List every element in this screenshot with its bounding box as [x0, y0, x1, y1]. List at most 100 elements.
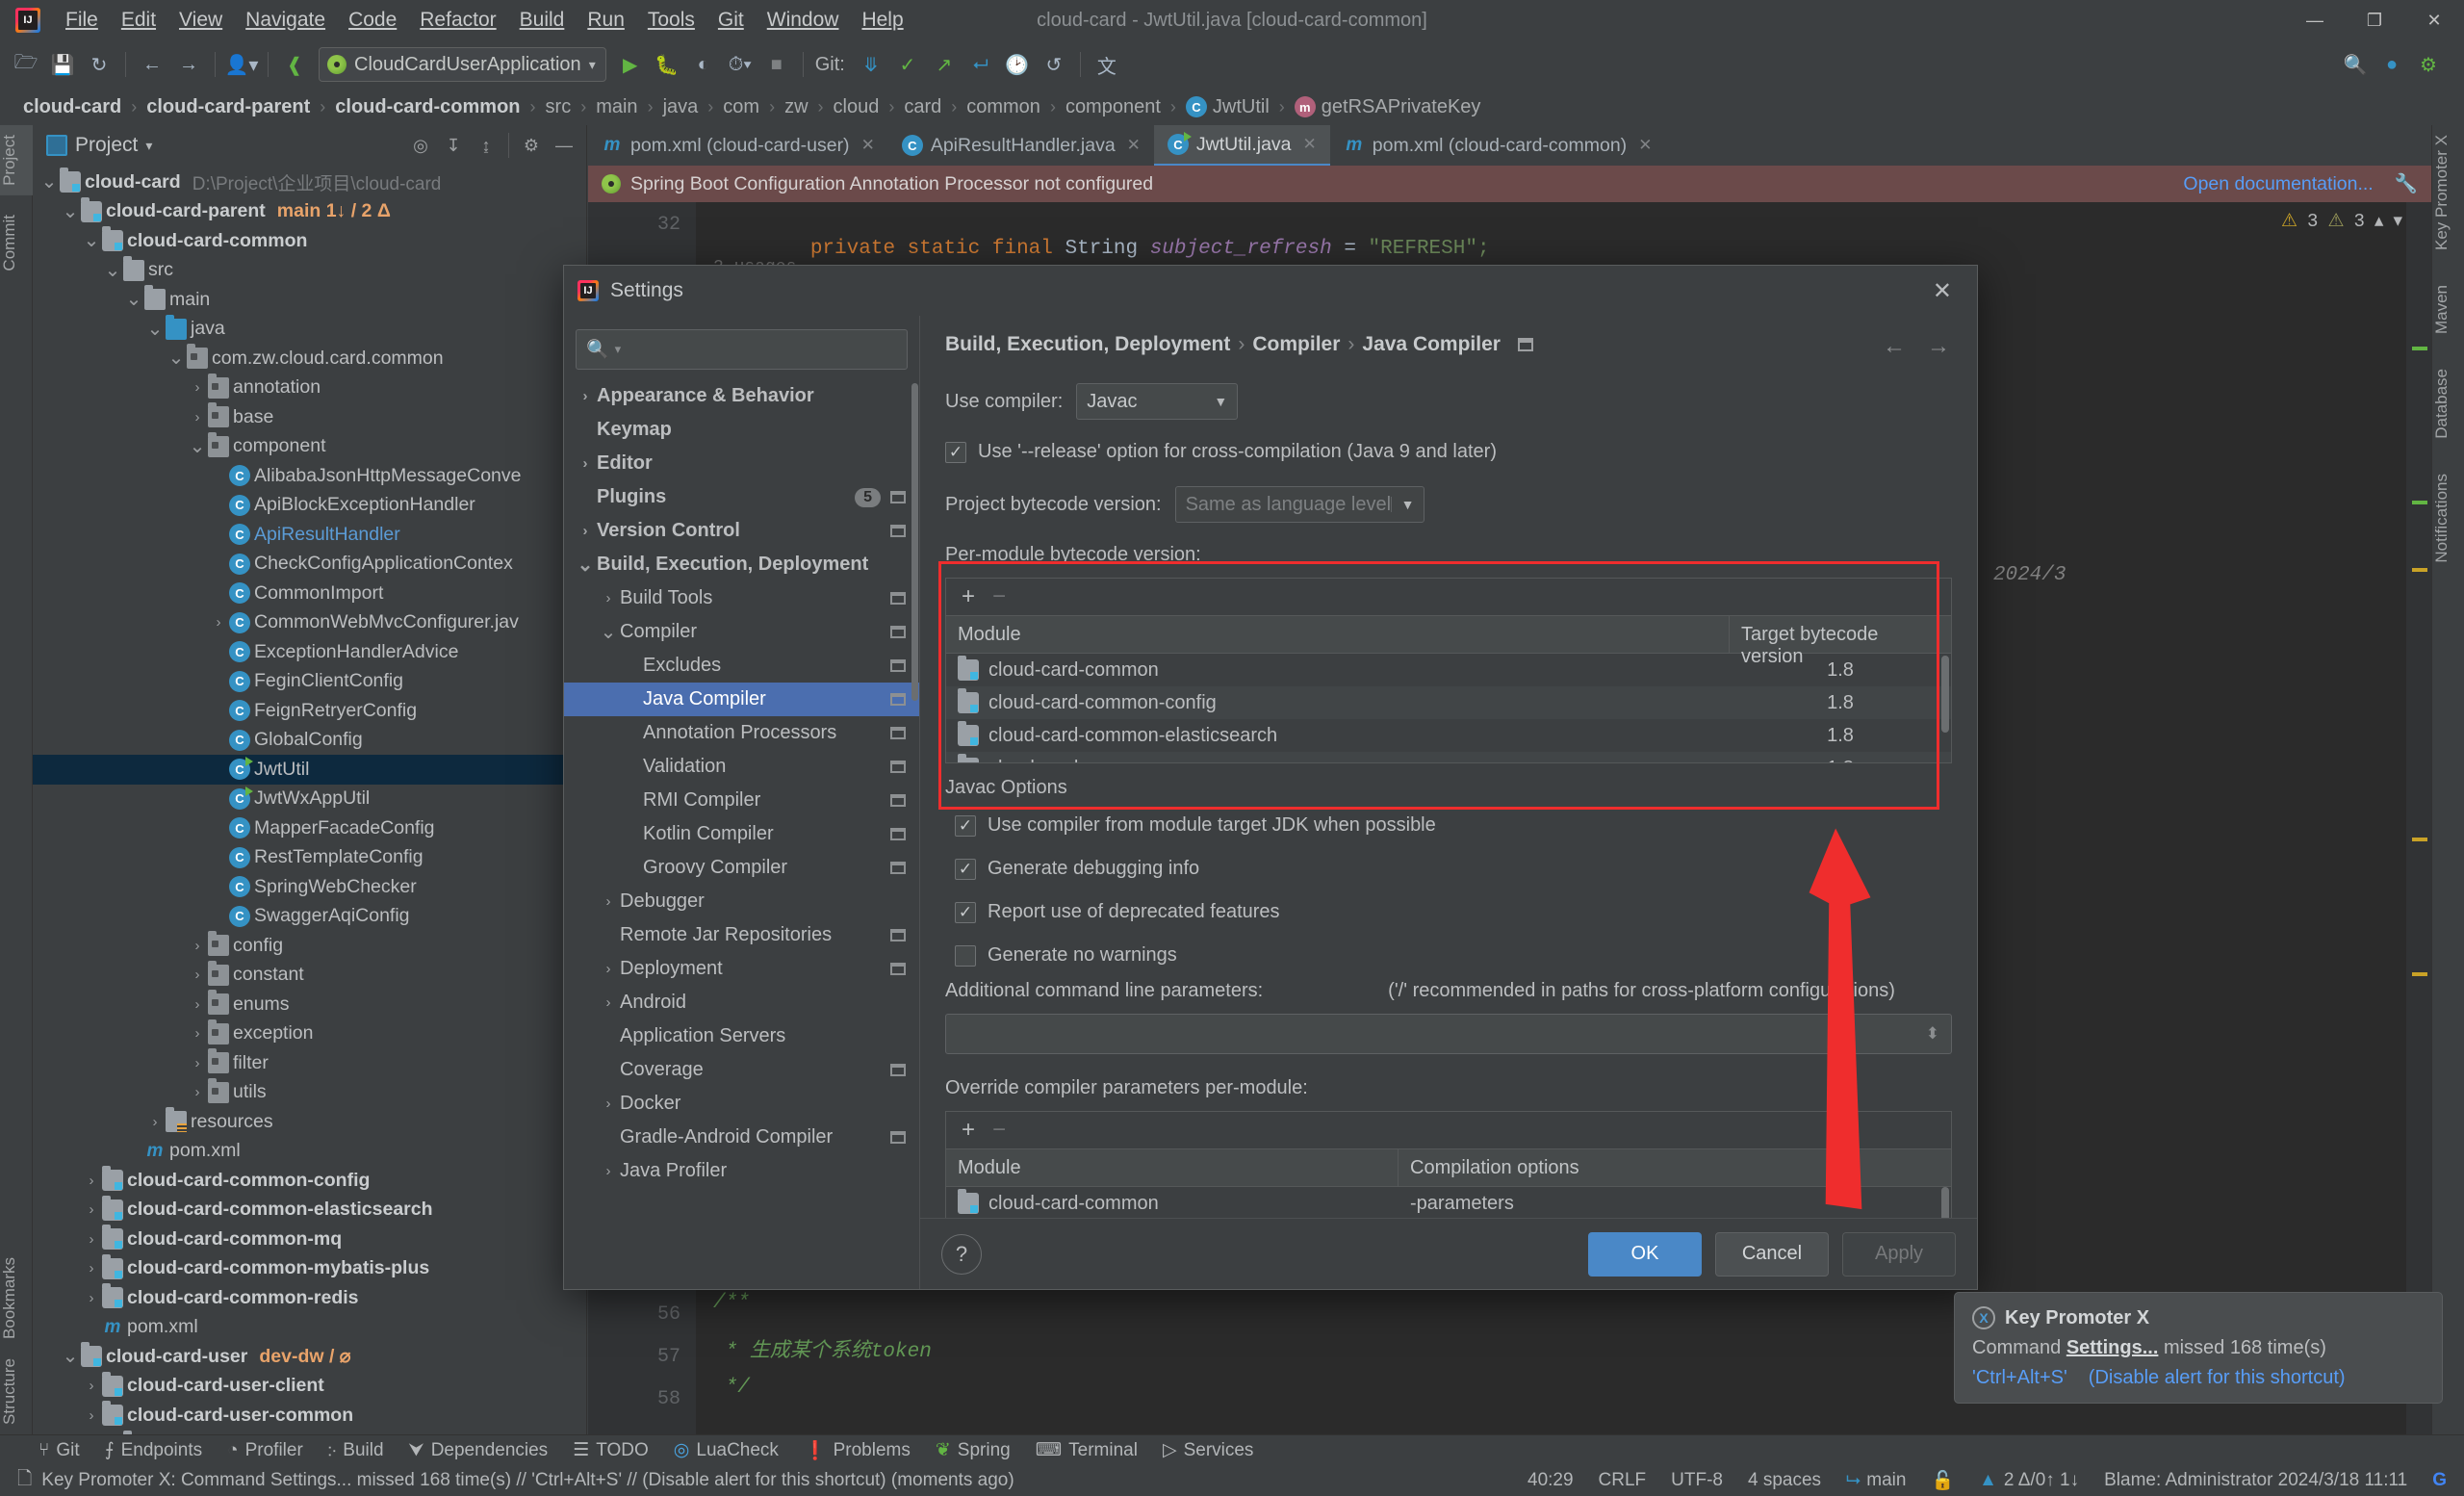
project-tree-item[interactable]: ⌄ component [33, 431, 586, 462]
branch-icon[interactable]: ⮠ [962, 46, 999, 83]
settings-tree-item[interactable]: › Version Control [564, 514, 919, 548]
breadcrumb-item-7[interactable]: zw [777, 96, 815, 118]
save-all-icon[interactable]: 💾 [44, 46, 81, 83]
tool-window-button-todo[interactable]: ☰ TODO [573, 1439, 649, 1461]
breadcrumb-item-11[interactable]: component [1058, 96, 1168, 118]
inspection-status[interactable]: ⚠ 3 ⚠ 3 ▴ ▾ [2281, 210, 2402, 233]
git-branch-widget[interactable]: ⮡ main [1846, 1470, 1906, 1491]
update-project-icon[interactable]: ⤋ [853, 46, 889, 83]
project-tree-item[interactable]: C ApiBlockExceptionHandler [33, 491, 586, 521]
run-icon[interactable]: ▶ [612, 46, 649, 83]
settings-tree-item-selected[interactable]: Java Compiler [564, 683, 919, 716]
project-tree-item[interactable]: C CommonImport [33, 579, 586, 608]
module-table-scrollbar[interactable] [1941, 656, 1949, 733]
project-tree-item[interactable]: › cloud-card-common-config [33, 1166, 586, 1196]
target-bytecode-column-header[interactable]: Target bytecode version [1730, 616, 1951, 667]
open-documentation-link[interactable]: Open documentation... [2183, 173, 2373, 195]
javac-option-row[interactable]: ✓ Generate debugging info [955, 858, 1952, 880]
table-row[interactable]: cloud-card-common-config 1.8 [946, 686, 1951, 719]
sync-refresh-icon[interactable]: ↻ [81, 46, 117, 83]
rail-tab-key-promoter-x[interactable]: Key Promoter X [2432, 125, 2464, 260]
expand-all-icon[interactable]: ↧ [439, 131, 468, 160]
project-tree-item[interactable]: C ApiResultHandler [33, 520, 586, 550]
commit-icon[interactable]: ✓ [889, 46, 926, 83]
tool-window-button-dependencies[interactable]: ⮟ Dependencies [409, 1440, 549, 1461]
rail-tab-maven[interactable]: Maven [2432, 275, 2464, 344]
chevron-right-icon[interactable]: › [187, 938, 208, 954]
module-table-body[interactable]: cloud-card-common 1.8 cloud-card-common-co… [946, 654, 1951, 762]
remove-module-button[interactable]: − [992, 583, 1006, 610]
settings-tree-item[interactable]: › Appearance & Behavior [564, 379, 919, 413]
chevron-down-icon[interactable]: ⌄ [597, 623, 620, 642]
breadcrumb-item-3[interactable]: src [538, 96, 579, 118]
project-tree-item[interactable]: ⌄ com.zw.cloud.card.common [33, 344, 586, 374]
project-tree-item[interactable]: › utils [33, 1077, 586, 1108]
project-tree-item[interactable]: › base [33, 402, 586, 432]
target-bytecode-cell[interactable]: 1.8 [1730, 692, 1951, 714]
chevron-down-icon[interactable]: ⌄ [38, 172, 60, 192]
tool-window-button-endpoints[interactable]: ⨍ Endpoints [105, 1439, 202, 1461]
chevron-right-icon[interactable]: › [597, 961, 620, 977]
project-bytecode-select[interactable]: Same as language level ▼ [1174, 486, 1425, 523]
chevron-right-icon[interactable]: › [81, 1201, 102, 1218]
breadcrumb-item-1[interactable]: cloud-card-parent [139, 96, 318, 118]
ok-button[interactable]: OK [1588, 1231, 1702, 1277]
settings-tree-item[interactable]: Excludes [564, 649, 919, 683]
project-tree-item[interactable]: m pom.xml [33, 1137, 586, 1167]
settings-search-field[interactable] [627, 339, 897, 360]
project-tree-item[interactable]: ⌄ main [33, 285, 586, 315]
run-with-coverage-icon[interactable]: ◐ [685, 46, 722, 83]
breadcrumb-item-10[interactable]: common [959, 96, 1048, 118]
javac-option-checkbox[interactable]: ✓ [955, 814, 976, 837]
project-tree-item[interactable]: › annotation [33, 373, 586, 403]
menu-navigate[interactable]: Navigate [234, 5, 337, 36]
editor-tab[interactable]: C JwtUtil.java ✕ [1153, 125, 1330, 166]
breadcrumb-item-9[interactable]: card [896, 96, 949, 118]
run-configuration-selector[interactable]: CloudCardUserApplication ▾ [319, 47, 606, 82]
settings-tree-item[interactable]: › Docker [564, 1087, 919, 1121]
per-module-bytecode-table[interactable]: + − Module Target bytecode version cloud… [945, 578, 1952, 763]
expand-editor-icon[interactable]: ⬍ [1926, 1024, 1939, 1044]
event-log-icon[interactable]: 🗋 [17, 1465, 32, 1496]
settings-tree-item[interactable]: Remote Jar Repositories [564, 918, 919, 952]
project-tree-item[interactable]: › cloud-card-common-elasticsearch [33, 1195, 586, 1225]
stop-icon[interactable]: ■ [758, 46, 795, 83]
chevron-right-icon[interactable]: › [187, 996, 208, 1013]
editor-tab[interactable]: m pom.xml (cloud-card-user) ✕ [588, 125, 888, 166]
settings-search-input[interactable]: 🔍 ▾ [576, 329, 908, 370]
chevron-right-icon[interactable]: › [208, 614, 229, 631]
project-tree-item[interactable]: › cloud-card-user-client [33, 1371, 586, 1402]
project-tree-item-selected[interactable]: C JwtUtil [33, 755, 586, 785]
override-params-table[interactable]: + − Module Compilation options cloud-car… [945, 1111, 1952, 1226]
project-tree-item[interactable]: ⌄ cloud-card-user dev-dw / ⌀ [33, 1342, 586, 1372]
rail-tab-notifications[interactable]: Notifications [2432, 464, 2464, 573]
settings-breadcrumb-0[interactable]: Build, Execution, Deployment [945, 333, 1230, 356]
chevron-right-icon[interactable]: › [187, 1084, 208, 1100]
file-encoding[interactable]: UTF-8 [1671, 1470, 1723, 1491]
tool-window-button-spring[interactable]: ❦ Spring [936, 1439, 1011, 1461]
chevron-right-icon[interactable]: › [187, 379, 208, 396]
profile-dropdown-icon[interactable]: 👤▾ [223, 46, 260, 83]
menu-run[interactable]: Run [576, 5, 636, 36]
project-tree[interactable]: ⌄ cloud-card D:\Project\企业项目\cloud-card ⌄ cl… [33, 166, 586, 1459]
menu-window[interactable]: Window [756, 5, 851, 36]
chevron-down-icon[interactable]: ⌄ [574, 555, 597, 575]
chevron-up-icon[interactable]: ▴ [2374, 210, 2384, 232]
back-arrow-icon[interactable]: ← [134, 46, 170, 83]
target-bytecode-cell[interactable]: 1.8 [1730, 659, 1951, 682]
chevron-down-icon[interactable]: ▾ [2393, 210, 2402, 232]
breadcrumb-item-6[interactable]: com [715, 96, 767, 118]
chevron-right-icon[interactable]: › [574, 455, 597, 472]
project-tree-item[interactable]: C CheckConfigApplicationContex [33, 550, 586, 580]
javac-option-checkbox[interactable] [955, 944, 976, 967]
chevron-right-icon[interactable]: › [187, 1055, 208, 1071]
update-icon[interactable]: ● [2374, 46, 2410, 83]
project-tree-item[interactable]: C ExceptionHandlerAdvice [33, 637, 586, 667]
menu-code[interactable]: Code [337, 5, 408, 36]
chevron-right-icon[interactable]: › [187, 967, 208, 983]
chevron-right-icon[interactable]: › [81, 1231, 102, 1248]
chevron-right-icon[interactable]: › [597, 590, 620, 606]
menu-view[interactable]: View [167, 5, 234, 36]
line-separator[interactable]: CRLF [1599, 1470, 1647, 1491]
project-tree-item[interactable]: ⌄ cloud-card D:\Project\企业项目\cloud-card [33, 168, 586, 197]
